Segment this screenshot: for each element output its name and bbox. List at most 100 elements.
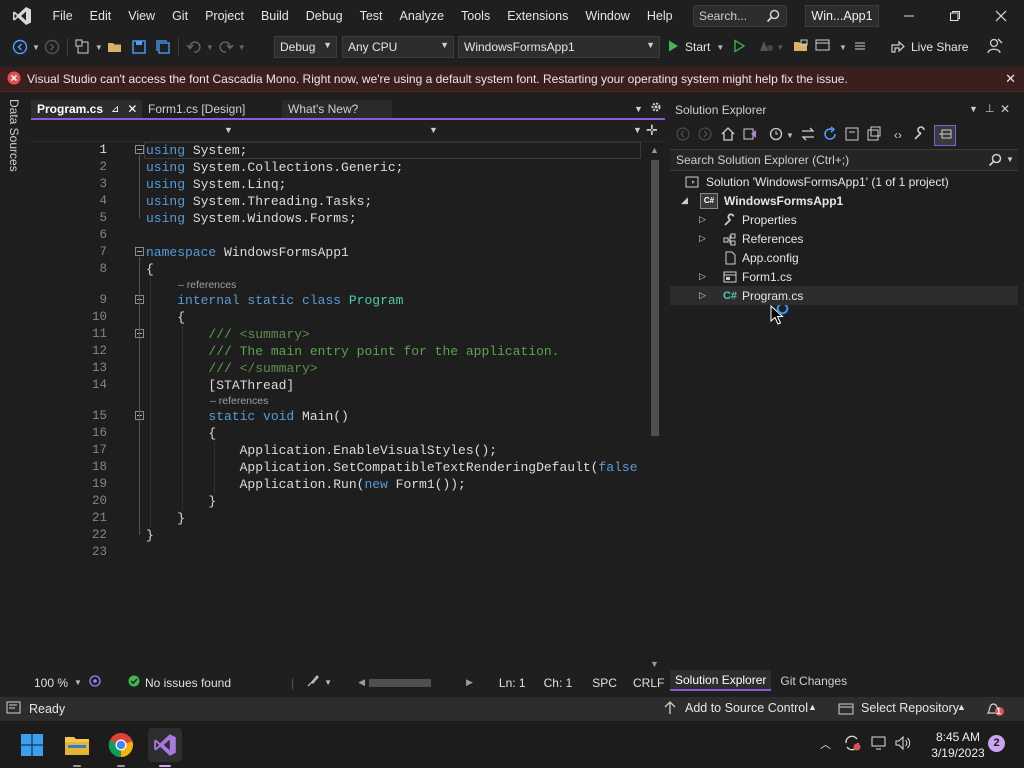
code-line[interactable]: 8{ bbox=[31, 261, 643, 278]
tree-item-references[interactable]: ▷ References bbox=[670, 229, 1018, 248]
project-dropdown-icon[interactable]: ▼ bbox=[224, 125, 233, 135]
code-line[interactable]: 2 using System.Collections.Generic; bbox=[31, 159, 643, 176]
start-debugging-button[interactable]: Start ▼ ▼ bbox=[666, 36, 784, 58]
scroll-down-icon[interactable]: ▼ bbox=[650, 659, 659, 669]
expanded-arrow-icon[interactable]: ◢ bbox=[681, 195, 688, 206]
tree-item-program-cs[interactable]: ▷ C# Program.cs bbox=[670, 286, 1018, 305]
collapse-region-icon[interactable] bbox=[135, 247, 144, 256]
tab-solution-explorer[interactable]: Solution Explorer bbox=[670, 670, 772, 691]
undo-icon[interactable] bbox=[183, 36, 205, 58]
search-options-dropdown-icon[interactable]: ▼ bbox=[1006, 155, 1014, 164]
switch-views-icon[interactable] bbox=[742, 126, 758, 145]
show-hidden-icons-icon[interactable]: ︿ bbox=[820, 736, 831, 752]
visual-studio-logo-icon[interactable] bbox=[0, 0, 44, 32]
new-item-icon[interactable] bbox=[72, 36, 94, 58]
chrome-browser-icon[interactable] bbox=[104, 728, 138, 767]
tab-form1-design[interactable]: Form1.cs [Design] bbox=[142, 100, 282, 118]
save-all-icon[interactable] bbox=[152, 36, 174, 58]
redo-icon[interactable] bbox=[215, 36, 237, 58]
auto-hide-pin-icon[interactable]: ⊥ bbox=[985, 102, 995, 115]
code-line[interactable]: 13 /// </summary> bbox=[31, 360, 643, 377]
navigate-forward-icon[interactable] bbox=[41, 36, 63, 58]
solution-name-badge[interactable]: Win...App1 bbox=[805, 5, 879, 27]
code-line[interactable]: 10 { bbox=[31, 309, 643, 326]
startup-project-select[interactable]: WindowsFormsApp1 ▼ bbox=[458, 36, 660, 58]
codelens-references[interactable]: – references bbox=[210, 395, 268, 407]
live-share-button[interactable]: Live Share bbox=[890, 36, 968, 58]
filter-dropdown-icon[interactable]: ▼ bbox=[786, 131, 794, 140]
search-input[interactable]: Search... bbox=[693, 5, 787, 27]
code-line[interactable]: 3 using System.Linq; bbox=[31, 176, 643, 193]
vertical-scrollbar[interactable]: ▲ ▼ bbox=[645, 142, 665, 672]
close-panel-icon[interactable]: ✕ bbox=[1000, 102, 1010, 116]
select-repository-button[interactable]: Select Repository bbox=[861, 701, 959, 715]
pin-tab-icon[interactable]: ⊿ bbox=[111, 104, 119, 115]
network-icon[interactable] bbox=[870, 735, 888, 754]
tree-item-app-config[interactable]: App.config bbox=[670, 248, 1018, 267]
refresh-icon[interactable] bbox=[822, 125, 838, 145]
settings-gear-icon[interactable] bbox=[650, 101, 662, 116]
code-line[interactable]: 4 using System.Threading.Tasks; bbox=[31, 193, 643, 210]
codelens-references[interactable]: – references bbox=[178, 279, 236, 291]
layout-window-icon[interactable] bbox=[815, 38, 833, 57]
solution-platform-select[interactable]: Any CPU ▼ bbox=[342, 36, 454, 58]
volume-icon[interactable] bbox=[894, 735, 912, 754]
solution-configuration-select[interactable]: Debug ▼ bbox=[274, 36, 337, 58]
add-to-source-control-button[interactable]: Add to Source Control bbox=[685, 701, 808, 715]
menu-edit[interactable]: Edit bbox=[81, 0, 120, 32]
sync-error-icon[interactable] bbox=[843, 734, 863, 755]
open-folder-icon[interactable] bbox=[104, 36, 126, 58]
close-window-button[interactable] bbox=[978, 0, 1024, 32]
hot-reload-icon[interactable] bbox=[758, 39, 774, 56]
collapsed-arrow-icon[interactable]: ▷ bbox=[699, 233, 706, 244]
solution-node[interactable]: Solution 'WindowsFormsApp1' (1 of 1 proj… bbox=[670, 172, 1018, 191]
back-icon[interactable] bbox=[676, 127, 690, 144]
browse-folder-icon[interactable] bbox=[793, 38, 809, 57]
code-line[interactable]: 9 internal static class Program bbox=[31, 292, 643, 309]
code-line[interactable]: 20 } bbox=[31, 493, 643, 510]
windows-start-icon[interactable] bbox=[15, 728, 49, 762]
menu-git[interactable]: Git bbox=[164, 0, 197, 32]
close-infobar-icon[interactable]: ✕ bbox=[1005, 71, 1016, 87]
notifications-bell-icon[interactable] bbox=[985, 700, 1005, 721]
window-position-dropdown-icon[interactable]: ▼ bbox=[969, 104, 978, 114]
code-line[interactable]: 16 { bbox=[31, 425, 643, 442]
data-sources-tab[interactable]: Data Sources bbox=[7, 99, 21, 172]
scroll-right-icon[interactable]: ▶ bbox=[466, 677, 473, 688]
show-all-files-icon[interactable] bbox=[866, 126, 882, 145]
brush-cleanup-icon[interactable] bbox=[306, 674, 320, 691]
project-node[interactable]: ◢ C# WindowsFormsApp1 bbox=[670, 191, 1018, 210]
code-line[interactable]: 5 using System.Windows.Forms; bbox=[31, 210, 643, 227]
output-window-icon[interactable] bbox=[6, 701, 22, 718]
tree-item-properties[interactable]: ▷ Properties bbox=[670, 210, 1018, 229]
code-line[interactable]: 17 Application.EnableVisualStyles(); bbox=[31, 442, 643, 459]
align-icon[interactable] bbox=[853, 39, 867, 56]
solution-search-input[interactable]: Search Solution Explorer (Ctrl+;) ▼ bbox=[670, 149, 1018, 171]
menu-tools[interactable]: Tools bbox=[453, 0, 499, 32]
zoom-level[interactable]: 100 % bbox=[34, 676, 68, 690]
pending-changes-filter-icon[interactable] bbox=[768, 126, 784, 145]
menu-view[interactable]: View bbox=[120, 0, 164, 32]
start-without-debugging-icon[interactable] bbox=[732, 38, 746, 56]
code-line[interactable]: 14 [STAThread] bbox=[31, 377, 643, 394]
code-line[interactable]: 22} bbox=[31, 527, 643, 544]
collapsed-arrow-icon[interactable]: ▷ bbox=[699, 290, 706, 301]
menu-file[interactable]: File bbox=[44, 0, 81, 32]
system-clock[interactable]: 8:45 AM 3/19/2023 bbox=[920, 729, 996, 761]
cleanup-dropdown-icon[interactable]: ▼ bbox=[324, 678, 332, 687]
tab-program-cs[interactable]: Program.cs ⊿ ✕ bbox=[31, 100, 142, 118]
collapsed-arrow-icon[interactable]: ▷ bbox=[699, 214, 706, 225]
type-dropdown-icon[interactable]: ▼ bbox=[429, 125, 438, 135]
code-line[interactable]: 11 /// <summary> bbox=[31, 326, 643, 343]
collapsed-arrow-icon[interactable]: ▷ bbox=[699, 271, 706, 282]
collapse-region-icon[interactable] bbox=[135, 145, 144, 154]
menu-project[interactable]: Project bbox=[197, 0, 253, 32]
properties-wrench-icon[interactable] bbox=[912, 125, 928, 145]
close-tab-icon[interactable]: ✕ bbox=[127, 102, 137, 116]
minimize-button[interactable] bbox=[886, 0, 932, 32]
tab-git-changes[interactable]: Git Changes bbox=[775, 670, 852, 691]
save-icon[interactable] bbox=[128, 36, 150, 58]
scroll-left-icon[interactable]: ◀ bbox=[358, 677, 365, 688]
feedback-person-icon[interactable] bbox=[986, 37, 1004, 58]
visual-studio-taskbar-icon[interactable] bbox=[148, 728, 182, 767]
